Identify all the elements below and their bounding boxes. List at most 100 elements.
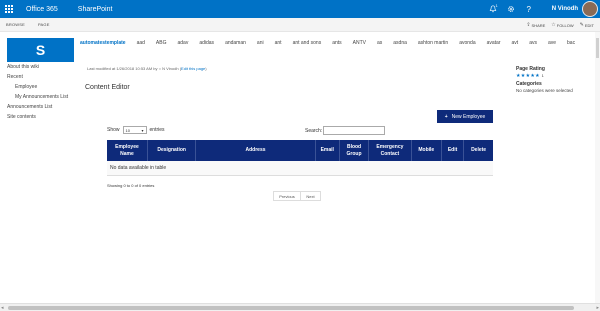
- topnav-item[interactable]: bac: [567, 40, 575, 46]
- leftnav-item-recent[interactable]: Recent: [7, 74, 77, 80]
- column-header-blood-group[interactable]: Blood Group: [338, 140, 369, 161]
- share-label: SHARE: [531, 22, 546, 28]
- topnav-item[interactable]: andaman: [225, 40, 246, 46]
- rating-stars[interactable]: ★★★★★ 1: [516, 73, 600, 79]
- vertical-scrollbar[interactable]: [595, 32, 600, 303]
- previous-button[interactable]: Previous: [273, 191, 301, 201]
- categories-heading: Categories: [516, 81, 542, 87]
- scroll-left-icon[interactable]: ◂: [1, 305, 4, 311]
- leftnav-item-site-contents[interactable]: Site contents: [7, 114, 77, 120]
- horizontal-scrollbar-thumb[interactable]: [8, 306, 574, 310]
- left-navigation: About this wiki Recent Employee My Annou…: [7, 64, 77, 124]
- topnav-item[interactable]: ants: [332, 40, 341, 46]
- topnav-item-automatestemplate[interactable]: automatestemplate: [80, 40, 126, 46]
- follow-label: FOLLOW: [556, 22, 574, 28]
- site-logo[interactable]: S: [7, 38, 74, 62]
- column-header-emergency-contact[interactable]: Emergency Contact: [368, 140, 412, 161]
- topnav-item[interactable]: avs: [529, 40, 537, 46]
- share-button[interactable]: ⇪ SHARE: [526, 22, 545, 28]
- next-button[interactable]: Next: [301, 191, 321, 201]
- table-header-row: Employee Name Designation Address Email …: [107, 140, 493, 161]
- last-modified-line: Last modified at 1/26/2018 10:53 AM by ○…: [87, 66, 207, 71]
- table-row: No data available in table: [107, 161, 493, 176]
- topnav-item[interactable]: avonda: [459, 40, 475, 46]
- tab-page[interactable]: PAGE: [38, 22, 50, 27]
- table-info: Showing 0 to 0 of 0 entries: [107, 183, 155, 188]
- leftnav-item-my-announcements-list[interactable]: My Announcements List: [7, 94, 77, 100]
- star-icon: ☆: [551, 22, 556, 28]
- edit-page-link[interactable]: Edit this page: [181, 66, 205, 71]
- edit-button[interactable]: ✎ EDIT: [580, 22, 594, 28]
- entries-label: entries: [149, 127, 165, 133]
- topnav-item[interactable]: avatar: [487, 40, 501, 46]
- rating-count: 1: [541, 73, 545, 78]
- column-header-employee-name[interactable]: Employee Name: [107, 140, 148, 161]
- column-header-email[interactable]: Email: [314, 140, 340, 161]
- topnav-item[interactable]: asdna: [393, 40, 407, 46]
- notification-count: 1: [495, 3, 498, 8]
- last-modified-text: Last modified at 1/26/2018 10:53 AM by: [87, 66, 158, 71]
- column-header-designation[interactable]: Designation: [146, 140, 196, 161]
- employee-table: Employee Name Designation Address Email …: [107, 140, 493, 176]
- categories-text: No categories were selected: [516, 88, 573, 93]
- topnav-item[interactable]: ABG: [156, 40, 167, 46]
- show-entries: Show 10 ▾ entries: [107, 126, 165, 134]
- tab-browse[interactable]: BROWSE: [6, 22, 25, 27]
- plus-icon: +: [444, 113, 448, 120]
- sharepoint-link[interactable]: SharePoint: [78, 6, 113, 13]
- topnav-item[interactable]: aad: [137, 40, 145, 46]
- top-navigation: automatestemplate aad ABG adav adidas an…: [80, 38, 586, 47]
- leftnav-item-about-this-wiki[interactable]: About this wiki: [7, 64, 77, 70]
- search-input[interactable]: [323, 126, 386, 135]
- leftnav-item-announcements-list[interactable]: Announcements List: [7, 104, 77, 110]
- gear-icon[interactable]: [502, 0, 520, 18]
- search-label: Search:: [305, 127, 323, 134]
- follow-button[interactable]: ☆ FOLLOW: [551, 22, 573, 28]
- empty-table-message: No data available in table: [107, 161, 493, 176]
- column-header-mobile[interactable]: Mobile: [410, 140, 442, 161]
- edit-label: EDIT: [584, 22, 594, 28]
- user-name[interactable]: N Vinodh: [552, 6, 578, 12]
- presence-icon: ○: [158, 66, 162, 71]
- vertical-scrollbar-thumb[interactable]: [596, 38, 599, 58]
- topnav-item[interactable]: ani: [257, 40, 264, 46]
- suite-bar: Office 365 SharePoint 1 ? N Vinodh: [0, 0, 600, 18]
- pencil-icon: ✎: [579, 22, 584, 28]
- topnav-item[interactable]: ant and sons: [293, 40, 322, 46]
- column-header-address[interactable]: Address: [195, 140, 316, 161]
- column-header-edit[interactable]: Edit: [440, 140, 464, 161]
- new-employee-label: New Employee: [451, 113, 486, 120]
- new-employee-button[interactable]: + New Employee: [437, 110, 493, 123]
- modified-user-link[interactable]: N Vinodh: [162, 66, 178, 71]
- topnav-item[interactable]: ANTV: [353, 40, 366, 46]
- share-icon: ⇪: [526, 22, 531, 28]
- scroll-right-icon[interactable]: ▸: [596, 305, 599, 311]
- column-header-delete[interactable]: Delete: [463, 140, 493, 161]
- sharepoint-logo-icon: S: [35, 42, 46, 58]
- topnav-item[interactable]: avt: [512, 40, 519, 46]
- bell-icon[interactable]: 1: [484, 0, 502, 18]
- horizontal-scrollbar[interactable]: ◂ ▸: [0, 303, 600, 311]
- right-panel: Page Rating ★★★★★ 1 Categories No catego…: [516, 66, 600, 93]
- show-label: Show: [107, 127, 120, 133]
- leftnav-item-employee[interactable]: Employee: [7, 84, 77, 90]
- page-title: Content Editor: [85, 84, 130, 91]
- pagination: Previous Next: [273, 191, 321, 201]
- entries-select-value: 10: [125, 127, 130, 133]
- star-icons[interactable]: ★★★★★: [516, 73, 540, 79]
- topnav-item[interactable]: ave: [548, 40, 556, 46]
- chevron-down-icon: ▾: [141, 127, 144, 133]
- waffle-icon[interactable]: [0, 0, 18, 18]
- page-rating-heading: Page Rating: [516, 66, 545, 72]
- topnav-item[interactable]: ant: [275, 40, 282, 46]
- table-search: Search:: [305, 126, 386, 135]
- entries-select[interactable]: 10 ▾: [122, 126, 147, 134]
- ribbon: BROWSE PAGE ⇪ SHARE ☆ FOLLOW ✎ EDIT: [0, 18, 600, 32]
- office365-brand[interactable]: Office 365: [26, 6, 58, 13]
- help-icon[interactable]: ?: [520, 0, 538, 18]
- topnav-item[interactable]: ashton martin: [418, 40, 448, 46]
- topnav-item[interactable]: adav: [177, 40, 188, 46]
- topnav-item[interactable]: adidas: [199, 40, 214, 46]
- avatar[interactable]: [582, 1, 598, 17]
- topnav-item[interactable]: as: [377, 40, 382, 46]
